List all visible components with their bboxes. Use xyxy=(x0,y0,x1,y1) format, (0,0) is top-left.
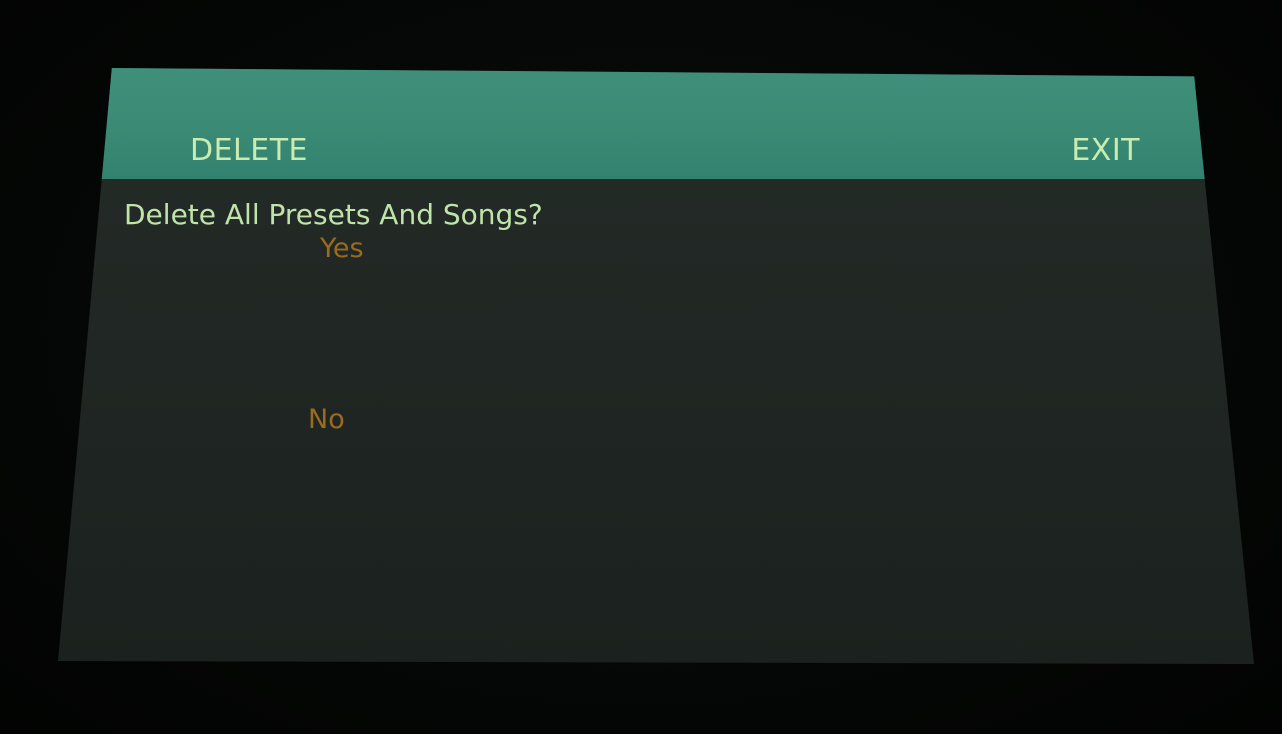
delete-softkey-label[interactable]: DELETE xyxy=(190,133,308,168)
exit-softkey-label[interactable]: EXIT xyxy=(1071,133,1140,168)
no-option[interactable]: No xyxy=(308,404,345,435)
yes-option[interactable]: Yes xyxy=(320,233,364,264)
device-bezel: DELETE EXIT Delete All Presets And Songs… xyxy=(0,0,1282,734)
header-bar: DELETE EXIT xyxy=(58,68,1254,179)
display-screen: DELETE EXIT Delete All Presets And Songs… xyxy=(58,68,1254,664)
delete-confirm-prompt: Delete All Presets And Songs? xyxy=(124,198,543,231)
